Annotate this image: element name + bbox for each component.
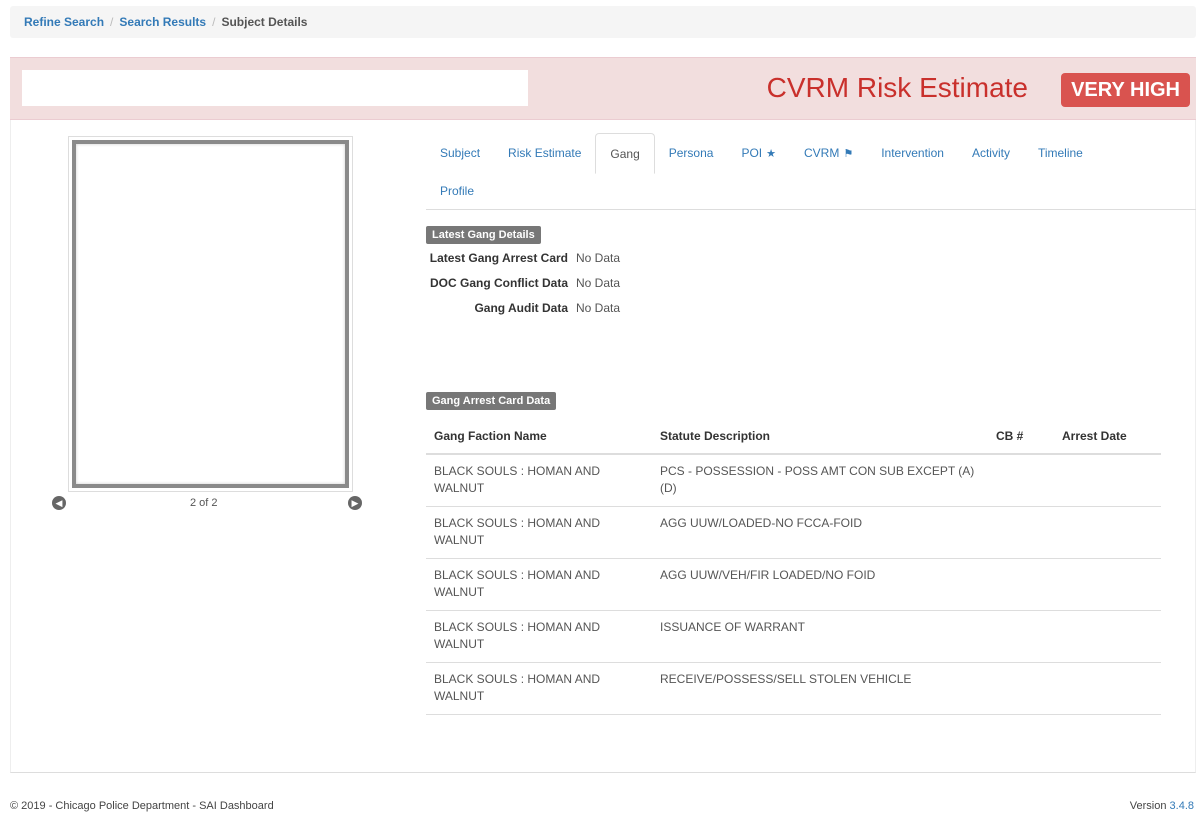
breadcrumb: Refine Search / Search Results / Subject… [10, 6, 1196, 38]
table-row: BLACK SOULS : HOMAN AND WALNUT AGG UUW/L… [426, 506, 1161, 559]
cell-statute: AGG UUW/VEH/FIR LOADED/NO FOID [652, 558, 988, 611]
cell-statute: PCS - POSSESSION - POSS AMT CON SUB EXCE… [652, 454, 988, 507]
subject-photo [68, 136, 353, 492]
cell-date [1054, 558, 1161, 611]
table-row: BLACK SOULS : HOMAN AND WALNUT ISSUANCE … [426, 610, 1161, 663]
detail-key: Latest Gang Arrest Card [429, 251, 568, 265]
detail-row: DOC Gang Conflict Data No Data [426, 275, 620, 292]
cell-cb [988, 662, 1054, 715]
version-number[interactable]: 3.4.8 [1170, 800, 1194, 812]
tab-cvrm[interactable]: CVRM ⚑ [790, 133, 867, 173]
cell-faction: BLACK SOULS : HOMAN AND WALNUT [426, 506, 652, 559]
detail-row: Latest Gang Arrest Card No Data [426, 250, 620, 267]
cell-faction: BLACK SOULS : HOMAN AND WALNUT [426, 662, 652, 715]
tab-gang[interactable]: Gang [595, 133, 655, 174]
cell-date [1054, 506, 1161, 559]
column-header[interactable]: Arrest Date [1054, 418, 1161, 455]
subject-tabs: Subject Risk Estimate Gang Persona POI ★ … [426, 133, 1196, 210]
flag-icon: ⚑ [843, 147, 854, 160]
cell-faction: BLACK SOULS : HOMAN AND WALNUT [426, 610, 652, 663]
tab-subject[interactable]: Subject [426, 133, 494, 173]
column-header[interactable]: CB # [988, 418, 1054, 455]
detail-row: Gang Audit Data No Data [426, 300, 620, 317]
table-header-row: Gang Faction Name Statute Description CB… [426, 418, 1161, 455]
cell-cb [988, 610, 1054, 663]
cell-statute: ISSUANCE OF WARRANT [652, 610, 988, 663]
table-row: BLACK SOULS : HOMAN AND WALNUT PCS - POS… [426, 454, 1161, 507]
gang-arrest-card-header: Gang Arrest Card Data [426, 392, 557, 410]
tab-risk-estimate[interactable]: Risk Estimate [494, 133, 595, 173]
breadcrumb-separator: / [110, 15, 114, 29]
cell-date [1054, 610, 1161, 663]
detail-value: No Data [576, 301, 621, 315]
photo-count: 2 of 2 [190, 497, 218, 509]
latest-gang-details-header: Latest Gang Details [426, 226, 541, 244]
table-row: BLACK SOULS : HOMAN AND WALNUT AGG UUW/V… [426, 558, 1161, 611]
cell-cb [988, 506, 1054, 559]
subject-name-redacted [22, 70, 528, 106]
cell-faction: BLACK SOULS : HOMAN AND WALNUT [426, 558, 652, 611]
breadcrumb-current: Subject Details [221, 15, 308, 29]
tab-poi[interactable]: POI ★ [727, 133, 790, 173]
risk-banner: CVRM Risk Estimate VERY HIGH [10, 57, 1196, 120]
cell-date [1054, 454, 1161, 507]
latest-gang-details: Latest Gang Arrest Card No Data DOC Gang… [426, 250, 620, 325]
breadcrumb-search-results[interactable]: Search Results [119, 15, 206, 29]
detail-key: DOC Gang Conflict Data [429, 276, 568, 290]
column-header[interactable]: Gang Faction Name [426, 418, 652, 455]
cell-date [1054, 662, 1161, 715]
chevron-left-icon[interactable]: ◀ [52, 496, 66, 510]
cell-statute: AGG UUW/LOADED-NO FCCA-FOID [652, 506, 988, 559]
tab-profile[interactable]: Profile [426, 184, 488, 198]
photo-image-redacted [72, 140, 349, 488]
tab-activity[interactable]: Activity [958, 133, 1024, 173]
tab-persona[interactable]: Persona [655, 133, 728, 173]
cell-faction: BLACK SOULS : HOMAN AND WALNUT [426, 454, 652, 507]
column-header[interactable]: Statute Description [652, 418, 988, 455]
table-row: BLACK SOULS : HOMAN AND WALNUT RECEIVE/P… [426, 662, 1161, 715]
cell-statute: RECEIVE/POSSESS/SELL STOLEN VEHICLE [652, 662, 988, 715]
photo-carousel-nav: ◀ 2 of 2 ▶ [52, 496, 370, 514]
cell-cb [988, 454, 1054, 507]
star-icon: ★ [766, 147, 776, 160]
risk-estimate-label: CVRM Risk Estimate [766, 72, 1028, 103]
risk-level-badge: VERY HIGH [1061, 73, 1190, 107]
detail-key: Gang Audit Data [474, 301, 568, 315]
breadcrumb-separator: / [212, 15, 216, 29]
chevron-right-icon[interactable]: ▶ [348, 496, 362, 510]
breadcrumb-refine-search[interactable]: Refine Search [24, 15, 104, 29]
detail-value: No Data [576, 251, 621, 265]
detail-value: No Data [576, 276, 621, 290]
footer-copyright: © 2019 - Chicago Police Department - SAI… [10, 800, 274, 812]
gang-arrest-card-table: Gang Faction Name Statute Description CB… [426, 418, 1161, 715]
tab-intervention[interactable]: Intervention [867, 133, 958, 173]
version-label: Version [1129, 800, 1167, 812]
footer-version: Version 3.4.8 [1130, 800, 1194, 812]
cell-cb [988, 558, 1054, 611]
tab-timeline[interactable]: Timeline [1024, 133, 1097, 173]
